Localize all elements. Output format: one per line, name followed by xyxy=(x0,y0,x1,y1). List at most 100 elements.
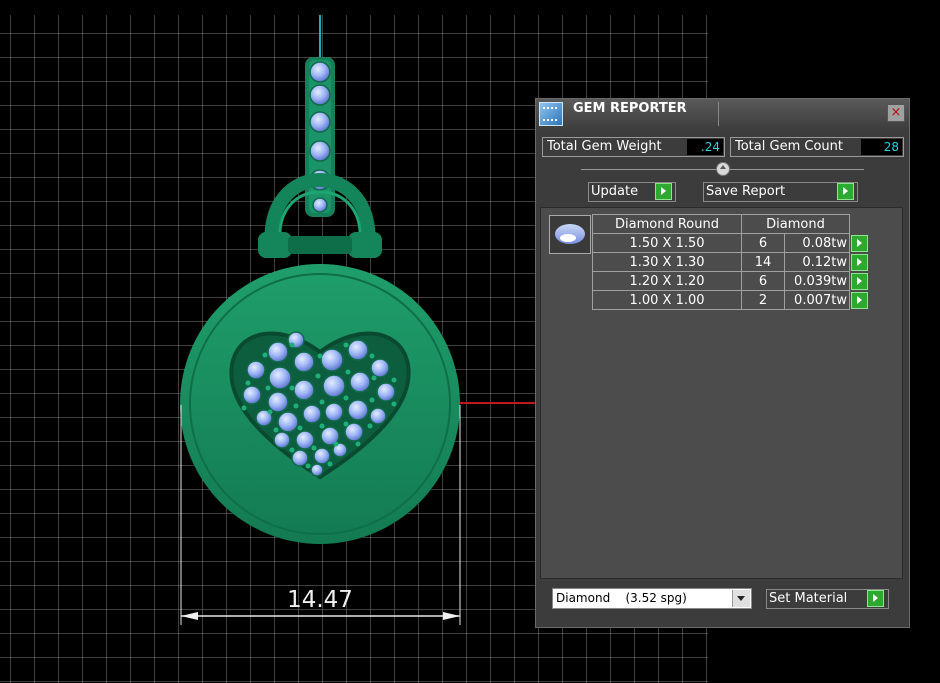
row-play-icon[interactable] xyxy=(851,253,868,271)
play-icon xyxy=(837,183,854,200)
header-material: Diamond xyxy=(741,214,850,234)
prong xyxy=(391,377,397,383)
close-icon[interactable]: × xyxy=(887,104,905,122)
prong xyxy=(319,399,325,405)
row-count: 14 xyxy=(741,252,785,272)
prong xyxy=(343,395,349,401)
dimension-value: 14.47 xyxy=(287,587,353,613)
save-report-button-label: Save Report xyxy=(706,184,786,199)
set-material-button[interactable]: Set Material xyxy=(766,589,889,609)
gem-stone xyxy=(293,351,315,373)
gem-stone xyxy=(267,391,289,413)
gem-stone xyxy=(291,449,309,467)
prong xyxy=(289,385,295,391)
prong xyxy=(327,461,333,467)
gem-table-row: 1.30 X 1.30 14 0.12tw xyxy=(592,252,871,272)
prong xyxy=(265,385,271,391)
gem-reporter-app-icon xyxy=(539,102,563,126)
prong xyxy=(333,441,339,447)
row-play-icon[interactable] xyxy=(851,272,868,290)
prong xyxy=(245,380,251,386)
gem-stone xyxy=(322,374,346,398)
gem-stone xyxy=(309,84,331,106)
gem-stone xyxy=(268,366,292,390)
prong xyxy=(267,409,273,415)
prong xyxy=(345,369,351,375)
gem-stone xyxy=(309,61,331,83)
row-size: 1.00 X 1.00 xyxy=(592,290,742,310)
prong xyxy=(355,441,361,447)
gem-stone xyxy=(369,407,387,425)
gem-table-row: 1.50 X 1.50 6 0.08tw xyxy=(592,233,871,253)
gem-table-row: 1.20 X 1.20 6 0.039tw xyxy=(592,271,871,291)
row-count: 6 xyxy=(741,271,785,291)
play-icon xyxy=(867,590,884,607)
gem-stone xyxy=(347,399,369,421)
gem-stone xyxy=(273,431,291,449)
gem-reporter-panel: GEM REPORTER × Total Gem Weight .24 Tota… xyxy=(535,98,910,628)
prong xyxy=(297,425,303,431)
gem-stone xyxy=(277,411,299,433)
gem-stone xyxy=(349,371,371,393)
gem-stone xyxy=(376,382,396,402)
row-play-icon[interactable] xyxy=(851,234,868,252)
prong xyxy=(319,423,325,429)
row-weight: 0.039tw xyxy=(784,271,850,291)
prong xyxy=(315,373,321,379)
gem-stone xyxy=(302,404,322,424)
total-gem-count-label: Total Gem Count xyxy=(735,139,843,154)
gem-stone xyxy=(312,197,328,213)
header-shape: Diamond Round xyxy=(592,214,742,234)
total-gem-weight-label: Total Gem Weight xyxy=(547,139,662,154)
prong xyxy=(317,353,323,359)
row-size: 1.50 X 1.50 xyxy=(592,233,742,253)
material-select[interactable]: Diamond (3.52 spg) xyxy=(552,588,752,609)
set-material-button-label: Set Material xyxy=(769,591,848,606)
prong xyxy=(369,353,375,359)
titlebar[interactable]: GEM REPORTER × xyxy=(536,99,909,129)
play-icon xyxy=(655,183,672,200)
gem-table-header: Diamond Round Diamond xyxy=(592,214,871,234)
gem-stone xyxy=(246,360,266,380)
prong xyxy=(289,342,295,348)
gem-stone xyxy=(242,385,262,405)
prong xyxy=(367,423,373,429)
slider-handle[interactable] xyxy=(716,162,730,176)
total-gem-count-value: 28 xyxy=(861,139,902,155)
update-button[interactable]: Update xyxy=(588,182,676,202)
row-weight: 0.12tw xyxy=(784,252,850,272)
prong xyxy=(343,421,349,427)
prong xyxy=(262,352,268,358)
row-size: 1.20 X 1.20 xyxy=(592,271,742,291)
gem-stone xyxy=(309,140,331,162)
row-weight: 0.08tw xyxy=(784,233,850,253)
gem-stone xyxy=(295,430,315,450)
panel-title: GEM REPORTER xyxy=(573,101,687,116)
gem-stone xyxy=(309,111,331,133)
row-play-icon[interactable] xyxy=(851,291,868,309)
gem-table-row: 1.00 X 1.00 2 0.007tw xyxy=(592,290,871,310)
material-select-value: Diamond (3.52 spg) xyxy=(556,591,687,605)
row-count: 6 xyxy=(741,233,785,253)
total-gem-weight-box: Total Gem Weight .24 xyxy=(542,137,725,157)
row-count: 2 xyxy=(741,290,785,310)
row-size: 1.30 X 1.30 xyxy=(592,252,742,272)
prong xyxy=(391,401,397,407)
prong xyxy=(371,375,377,381)
prong xyxy=(293,403,299,409)
diamond-round-gem-icon xyxy=(549,215,591,254)
save-report-button[interactable]: Save Report xyxy=(703,182,858,202)
gem-stone xyxy=(324,402,344,422)
total-gem-count-box: Total Gem Count 28 xyxy=(730,137,904,157)
prong xyxy=(305,463,311,469)
gem-stone xyxy=(310,463,324,477)
prong xyxy=(311,445,317,451)
gem-stone xyxy=(313,447,331,465)
chevron-down-icon[interactable] xyxy=(732,590,750,607)
total-gem-weight-value: .24 xyxy=(687,139,723,155)
prong xyxy=(273,427,279,433)
gem-table: Diamond Round Diamond 1.50 X 1.50 6 0.08… xyxy=(592,214,871,310)
row-weight: 0.007tw xyxy=(784,290,850,310)
pendant-disc xyxy=(180,264,460,544)
gem-stone xyxy=(370,358,390,378)
